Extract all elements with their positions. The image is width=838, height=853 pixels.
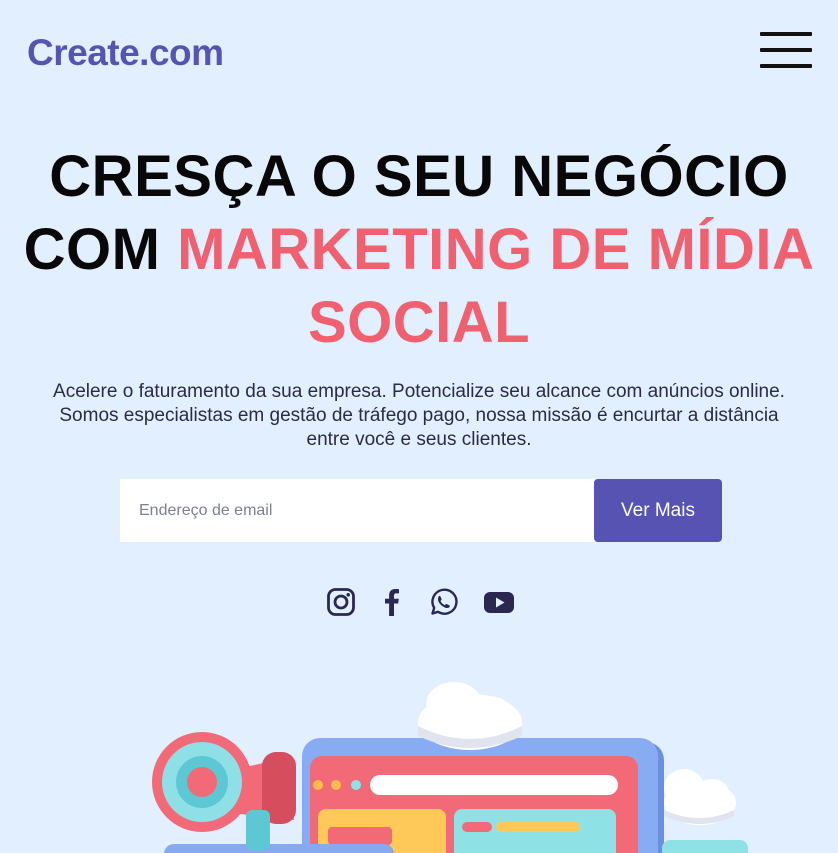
ver-mais-button[interactable]: Ver Mais	[594, 479, 722, 542]
cloud-small-icon	[664, 769, 736, 825]
menu-bar-middle	[760, 48, 812, 52]
whatsapp-icon[interactable]	[427, 586, 459, 618]
hero-description-line-3: entre você e seus clientes.	[306, 429, 532, 450]
site-header: Create.com	[0, 0, 838, 110]
menu-bar-bottom	[760, 64, 812, 68]
hero-title-line-2-accent: MARKETING DE MÍDIA	[177, 217, 815, 282]
hero-title-line-1: CRESÇA O SEU NEGÓCIO	[49, 144, 789, 209]
hero-description: Acelere o faturamento da sua empresa. Po…	[20, 380, 818, 452]
hero-description-line-2: Somos especialistas em gestão de tráfego…	[59, 405, 779, 426]
email-signup-form: Ver Mais	[120, 479, 722, 542]
hamburger-menu-icon[interactable]	[760, 32, 812, 70]
youtube-icon[interactable]	[483, 586, 515, 618]
browser-window-graphic	[302, 738, 664, 853]
email-field[interactable]	[120, 479, 595, 542]
cloud-large-icon	[418, 682, 522, 750]
social-media-marketing-illustration	[0, 660, 838, 853]
menu-bar-top	[760, 32, 812, 36]
social-links	[0, 586, 838, 618]
site-logo[interactable]: Create.com	[27, 32, 224, 74]
panel-graphic	[662, 840, 748, 853]
facebook-icon[interactable]	[376, 586, 408, 618]
hero-description-line-1: Acelere o faturamento da sua empresa. Po…	[53, 381, 785, 402]
hero-title: CRESÇA O SEU NEGÓCIO COM MARKETING DE MÍ…	[0, 140, 838, 359]
hero-title-line-2-plain: COM	[23, 217, 161, 282]
instagram-icon[interactable]	[325, 586, 357, 618]
hero-title-line-3-accent: SOCIAL	[307, 290, 531, 355]
